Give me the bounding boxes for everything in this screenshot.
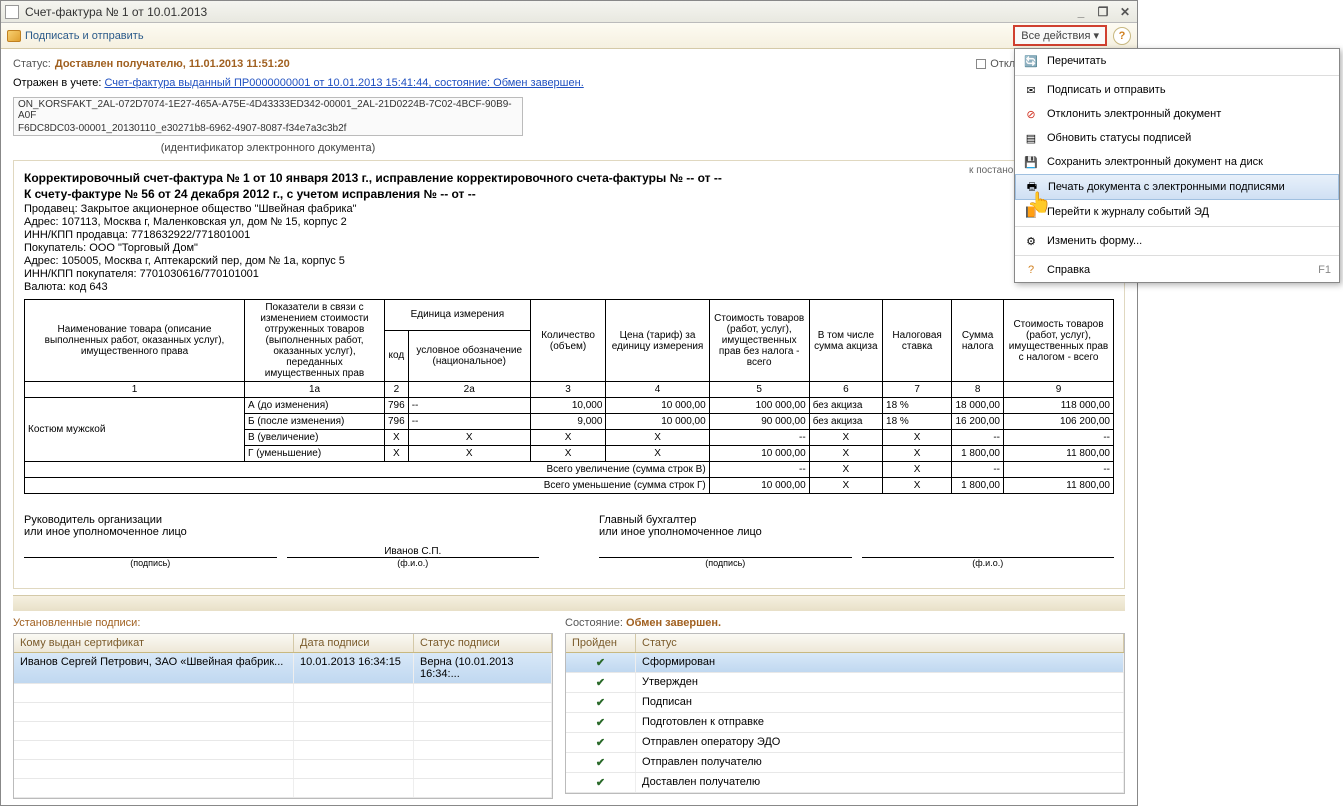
signature-row[interactable]: Иванов Сергей Петрович, ЗАО «Швейная фаб… — [14, 653, 552, 684]
state-label: Состояние: — [565, 617, 623, 629]
check-icon: ✔ — [566, 753, 636, 772]
all-actions-button[interactable]: Все действия ▾ — [1013, 25, 1107, 46]
table-row[interactable] — [14, 741, 552, 760]
check-icon: ✔ — [566, 713, 636, 732]
col-passed[interactable]: Пройден — [566, 634, 636, 652]
restore-button[interactable]: ❐ — [1095, 5, 1111, 19]
toolbar: Подписать и отправить Все действия ▾ ? — [1, 23, 1137, 49]
sig-head-or: или иное уполномоченное лицо — [24, 526, 539, 538]
menu-print-signed[interactable]: 🖶Печать документа с электронными подпися… — [1015, 174, 1339, 200]
doc-id-caption: (идентификатор электронного документа) — [13, 142, 523, 154]
window-icon — [5, 5, 19, 19]
state-row[interactable]: ✔Отправлен оператору ЭДО — [566, 733, 1124, 753]
menu-help[interactable]: ?СправкаF1 — [1015, 258, 1339, 282]
buyer: Покупатель: ООО "Торговый Дом" — [24, 242, 1114, 254]
check-icon: ✔ — [566, 653, 636, 672]
document-id-box: ON_KORSFAKT_2AL-072D7074-1E27-465A-A75E-… — [13, 97, 523, 136]
menu-event-log[interactable]: 📙Перейти к журналу событий ЭД — [1015, 200, 1339, 224]
state-value: Обмен завершен. — [626, 617, 721, 629]
save-icon: 💾 — [1023, 154, 1039, 170]
state-row[interactable]: ✔Отправлен получателю — [566, 753, 1124, 773]
sign-and-send-link[interactable]: Подписать и отправить — [7, 30, 144, 42]
check-icon: ✔ — [566, 673, 636, 692]
help-icon: ? — [1023, 262, 1039, 278]
minimize-button[interactable]: _ — [1073, 5, 1089, 19]
doc-title2: К счету-фактуре № 56 от 24 декабря 2012 … — [24, 187, 1114, 201]
check-icon: ✔ — [566, 733, 636, 752]
table-row[interactable] — [14, 760, 552, 779]
table-row[interactable] — [14, 779, 552, 798]
col-status[interactable]: Статус подписи — [414, 634, 552, 652]
buyer-inn: ИНН/КПП покупателя: 7701030616/770101001 — [24, 268, 1114, 280]
state-row[interactable]: ✔Подготовлен к отправке — [566, 713, 1124, 733]
envelope-icon: ✉ — [1023, 82, 1039, 98]
doc-title1: Корректировочный счет-фактура № 1 от 10 … — [24, 171, 1114, 185]
settings-icon: ⚙ — [1023, 233, 1039, 249]
buyer-address: Адрес: 105005, Москва г, Аптекарский пер… — [24, 255, 1114, 267]
table-row[interactable] — [14, 684, 552, 703]
ledger-label: Отражен в учете: — [13, 77, 101, 89]
sig-acc-role: Главный бухгалтер — [599, 514, 1114, 526]
signatures-grid: Кому выдан сертификат Дата подписи Стату… — [13, 633, 553, 799]
menu-reject[interactable]: ⊘Отклонить электронный документ — [1015, 102, 1339, 126]
col-date[interactable]: Дата подписи — [294, 634, 414, 652]
menu-change-form[interactable]: ⚙Изменить форму... — [1015, 229, 1339, 253]
list-icon: ▤ — [1023, 130, 1039, 146]
sign-and-send-label: Подписать и отправить — [25, 30, 144, 42]
document-preview: к постановлению Правительств Корректиров… — [13, 160, 1125, 589]
menu-save-disk[interactable]: 💾Сохранить электронный документ на диск — [1015, 150, 1339, 174]
menu-reread[interactable]: 🔄Перечитать — [1015, 49, 1339, 73]
states-grid: Пройден Статус ✔Сформирован✔Утвержден✔По… — [565, 633, 1125, 794]
checkbox-icon[interactable] — [976, 59, 986, 69]
col-cert[interactable]: Кому выдан сертификат — [14, 634, 294, 652]
seller: Продавец: Закрытое акционерное общество … — [24, 203, 1114, 215]
titlebar: Счет-фактура № 1 от 10.01.2013 _ ❐ ✕ — [1, 1, 1137, 23]
menu-update-status[interactable]: ▤Обновить статусы подписей — [1015, 126, 1339, 150]
ledger-link[interactable]: Счет-фактура выданный ПР0000000001 от 10… — [104, 77, 583, 89]
window-title: Счет-фактура № 1 от 10.01.2013 — [25, 5, 207, 19]
refresh-icon: 🔄 — [1023, 53, 1039, 69]
stop-icon: ⊘ — [1023, 106, 1039, 122]
col-state[interactable]: Статус — [636, 634, 1124, 652]
state-row[interactable]: ✔Подписан — [566, 693, 1124, 713]
signatures-title: Установленные подписи: — [13, 617, 553, 629]
sig-acc-or: или иное уполномоченное лицо — [599, 526, 1114, 538]
doc-id-line1: ON_KORSFAKT_2AL-072D7074-1E27-465A-A75E-… — [14, 98, 522, 122]
envelope-icon — [7, 30, 21, 42]
table-row[interactable] — [14, 703, 552, 722]
doc-id-line2: F6DC8DC03-00001_20130110_e30271b8-6962-4… — [14, 122, 522, 135]
cursor-icon: 👆 — [1027, 190, 1052, 215]
sig-head-role: Руководитель организации — [24, 514, 539, 526]
invoice-table: Наименование товара (описание выполненны… — [24, 299, 1114, 494]
menu-sign-send[interactable]: ✉Подписать и отправить — [1015, 78, 1339, 102]
status-label: Статус: — [13, 58, 51, 70]
state-row[interactable]: ✔Утвержден — [566, 673, 1124, 693]
check-icon: ✔ — [566, 773, 636, 792]
check-icon: ✔ — [566, 693, 636, 712]
horizontal-scrollbar[interactable] — [13, 595, 1125, 611]
seller-address: Адрес: 107113, Москва г, Маленковская ул… — [24, 216, 1114, 228]
status-value: Доставлен получателю, 11.01.2013 11:51:2… — [55, 58, 290, 70]
state-row[interactable]: ✔Сформирован — [566, 653, 1124, 673]
help-button[interactable]: ? — [1113, 27, 1131, 45]
close-button[interactable]: ✕ — [1117, 5, 1133, 19]
state-row[interactable]: ✔Доставлен получателю — [566, 773, 1124, 793]
context-menu: 🔄Перечитать ✉Подписать и отправить ⊘Откл… — [1014, 48, 1340, 283]
table-row[interactable] — [14, 722, 552, 741]
seller-inn: ИНН/КПП продавца: 7718632922/771801001 — [24, 229, 1114, 241]
currency: Валюта: код 643 — [24, 281, 1114, 293]
